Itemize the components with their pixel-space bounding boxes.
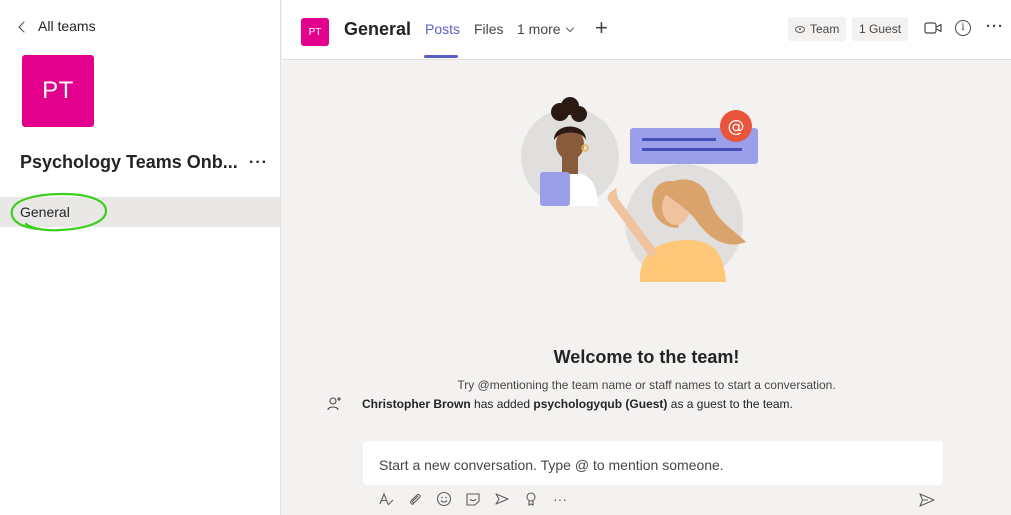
attach-icon[interactable] [407,490,423,508]
eye-icon [795,25,805,33]
tab-files[interactable]: Files [474,21,504,37]
team-avatar: PT [22,55,94,127]
team-name-row: Psychology Teams Onb... ··· [20,152,272,173]
send-icon[interactable] [918,492,936,508]
team-avatar-small: PT [301,18,329,46]
add-guest-icon [327,397,341,411]
tab-posts[interactable]: Posts [425,21,460,37]
channel-item-general[interactable]: General [0,197,280,227]
praise-icon[interactable] [523,490,539,508]
team-more-options-button[interactable]: ··· [245,154,272,172]
activity-text: Christopher Brown has added psychologyqu… [362,397,793,411]
meet-now-icon[interactable] [494,490,510,508]
activity-text-end: as a guest to the team. [670,397,793,411]
svg-text:@: @ [728,117,745,137]
header-more-options-button[interactable]: ··· [986,18,1004,35]
all-teams-back-link[interactable]: All teams [18,18,96,34]
video-meet-icon[interactable] [924,20,944,36]
tab-more-dropdown[interactable]: 1 more [517,21,574,37]
activity-message: Christopher Brown has added psychologyqu… [326,396,793,412]
chevron-down-icon [565,23,574,32]
guest-count-button[interactable]: 1 Guest [852,17,909,41]
sidebar: All teams PT Psychology Teams Onb... ···… [0,0,281,515]
tab-more-label: 1 more [517,21,561,37]
team-visibility-button[interactable]: Team [788,17,847,41]
chevron-left-icon [18,20,30,33]
info-icon[interactable]: i [955,20,971,36]
all-teams-label: All teams [38,18,96,34]
activity-text-mid: has added [474,397,531,411]
format-icon[interactable] [378,490,394,508]
activity-actor: Christopher Brown [362,397,471,411]
channel-label: General [20,204,70,220]
welcome-subtitle: Try @mentioning the team name or staff n… [457,378,836,392]
new-conversation-input[interactable]: Start a new conversation. Type @ to ment… [363,441,943,485]
compose-toolbar: ··· [378,490,568,508]
more-options-button[interactable]: ··· [552,490,568,508]
team-name: Psychology Teams Onb... [20,152,238,172]
channel-title: General [344,19,412,39]
active-tab-indicator [424,55,458,58]
sticker-icon[interactable] [465,490,481,508]
emoji-icon[interactable] [436,490,452,508]
team-pill-label: Team [810,22,840,36]
welcome-title: Welcome to the team! [553,347,740,367]
welcome-illustration: @ [521,97,758,282]
channel-header: PT General Posts Files 1 more + Team 1 G… [282,0,1011,60]
activity-guest: psychologyqub (Guest) [533,397,668,411]
add-tab-button[interactable]: + [595,15,608,41]
